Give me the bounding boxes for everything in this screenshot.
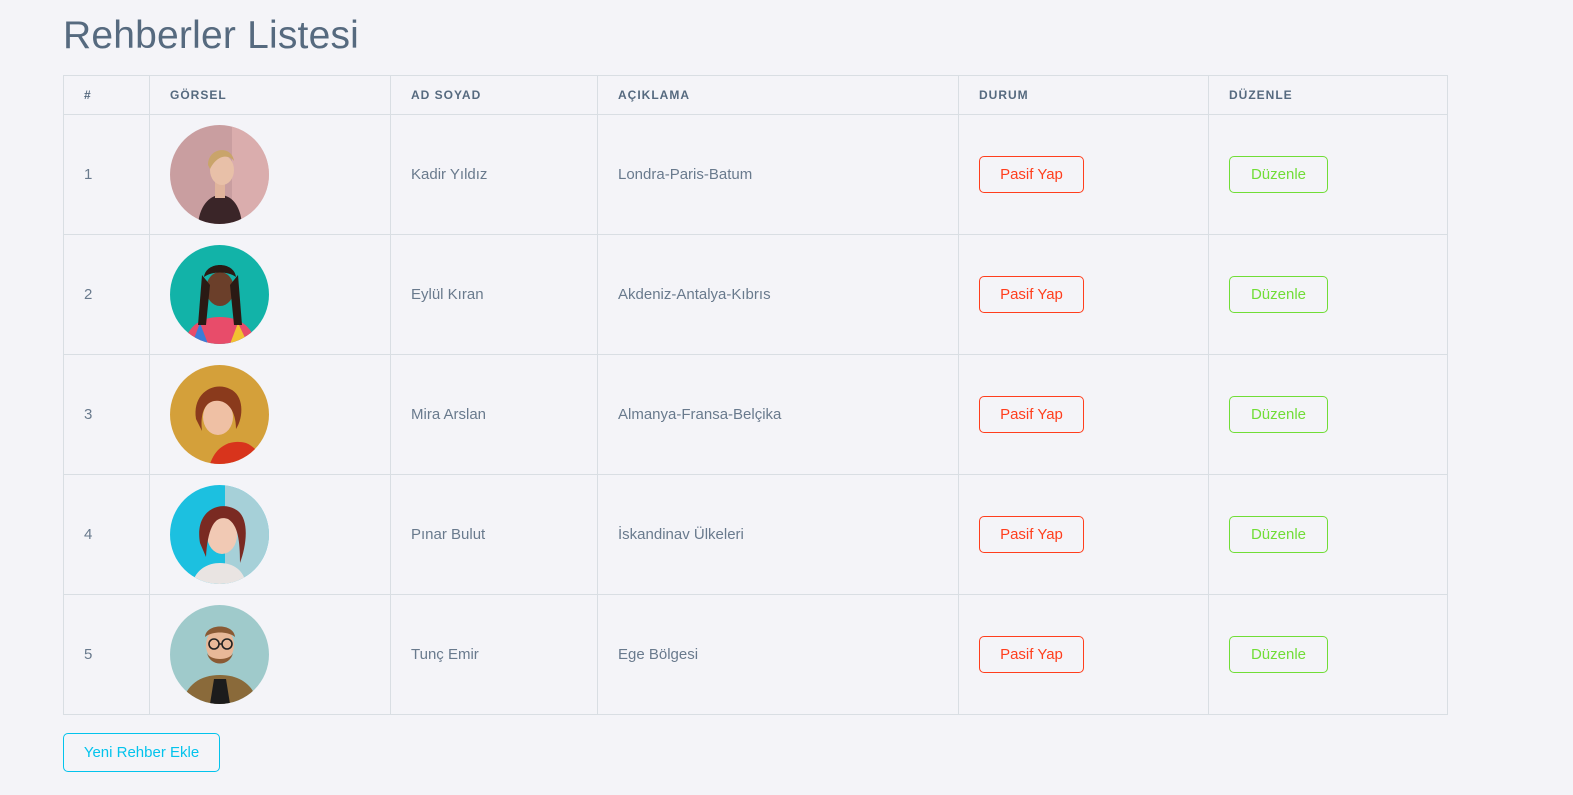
- row-description: Londra-Paris-Batum: [597, 114, 959, 235]
- row-number: 4: [63, 474, 150, 595]
- row-name: Mira Arslan: [390, 354, 598, 475]
- table-row: 4 Pınar Bulut İskandinav Ülkeleri Pasif …: [63, 474, 1448, 595]
- deactivate-button[interactable]: Pasif Yap: [979, 516, 1084, 553]
- header-name: AD SOYAD: [390, 75, 598, 115]
- deactivate-button[interactable]: Pasif Yap: [979, 396, 1084, 433]
- header-image: GÖRSEL: [149, 75, 391, 115]
- table-row: 2 Eylül Kıran Akdeniz-Antalya-Kıbrıs Pas…: [63, 234, 1448, 355]
- row-number: 1: [63, 114, 150, 235]
- guides-table: # GÖRSEL AD SOYAD AÇIKLAMA DURUM DÜZENLE…: [63, 75, 1448, 715]
- avatar: [170, 245, 269, 344]
- row-name: Pınar Bulut: [390, 474, 598, 595]
- deactivate-button[interactable]: Pasif Yap: [979, 636, 1084, 673]
- row-number: 3: [63, 354, 150, 475]
- edit-button[interactable]: Düzenle: [1229, 156, 1328, 193]
- edit-button[interactable]: Düzenle: [1229, 276, 1328, 313]
- edit-button[interactable]: Düzenle: [1229, 516, 1328, 553]
- header-num: #: [63, 75, 150, 115]
- edit-button[interactable]: Düzenle: [1229, 396, 1328, 433]
- row-name: Kadir Yıldız: [390, 114, 598, 235]
- avatar: [170, 125, 269, 224]
- table-row: 5 Tunç Emir Ege Bölgesi Pasif Yap Düzenl…: [63, 594, 1448, 715]
- table-row: 3 Mira Arslan Almanya-Fransa-Belçika Pas…: [63, 354, 1448, 475]
- deactivate-button[interactable]: Pasif Yap: [979, 276, 1084, 313]
- row-description: Akdeniz-Antalya-Kıbrıs: [597, 234, 959, 355]
- edit-button[interactable]: Düzenle: [1229, 636, 1328, 673]
- header-status: DURUM: [958, 75, 1209, 115]
- row-description: İskandinav Ülkeleri: [597, 474, 959, 595]
- header-edit: DÜZENLE: [1208, 75, 1448, 115]
- avatar: [170, 605, 269, 704]
- table-header-row: # GÖRSEL AD SOYAD AÇIKLAMA DURUM DÜZENLE: [63, 75, 1448, 115]
- row-description: Ege Bölgesi: [597, 594, 959, 715]
- page: Rehberler Listesi # GÖRSEL AD SOYAD AÇIK…: [0, 0, 1573, 795]
- avatar: [170, 365, 269, 464]
- table-row: 1 Kadir Yıldız Londra-Paris-Batum Pasif …: [63, 114, 1448, 235]
- header-description: AÇIKLAMA: [597, 75, 959, 115]
- add-guide-button[interactable]: Yeni Rehber Ekle: [63, 733, 220, 772]
- avatar: [170, 485, 269, 584]
- row-name: Eylül Kıran: [390, 234, 598, 355]
- row-number: 5: [63, 594, 150, 715]
- row-description: Almanya-Fransa-Belçika: [597, 354, 959, 475]
- row-name: Tunç Emir: [390, 594, 598, 715]
- row-number: 2: [63, 234, 150, 355]
- deactivate-button[interactable]: Pasif Yap: [979, 156, 1084, 193]
- page-title: Rehberler Listesi: [63, 14, 360, 57]
